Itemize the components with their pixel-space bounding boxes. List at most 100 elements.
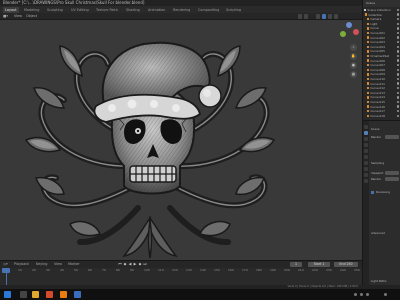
visibility-eye-icon[interactable]	[396, 59, 399, 62]
outliner-row[interactable]: Light	[363, 22, 400, 26]
visibility-eye-icon[interactable]	[396, 100, 399, 104]
outliner-row[interactable]: Curve	[363, 26, 400, 30]
play-reverse-icon[interactable]: ◀	[128, 262, 132, 267]
data-tab-icon[interactable]	[364, 179, 368, 183]
jump-end-icon[interactable]: ⏭	[143, 262, 147, 267]
editor-type-icon[interactable]: ■▾	[3, 13, 8, 19]
zoom-icon[interactable]: ⌕	[350, 44, 357, 51]
outliner-row[interactable]: Curve.017	[363, 109, 400, 113]
navigation-gizmo[interactable]: ⌕ ✋ ▣ ▦	[336, 22, 362, 102]
menu-playback[interactable]: Playback	[14, 261, 29, 268]
outliner-row[interactable]: Camera	[363, 17, 400, 21]
scene-tab-icon[interactable]	[364, 149, 368, 153]
visibility-eye-icon[interactable]	[396, 86, 399, 90]
prop-advanced-label[interactable]: Advanced	[371, 231, 385, 235]
battery-icon[interactable]	[366, 293, 369, 296]
view-layer-tab-icon[interactable]	[364, 143, 368, 147]
visibility-eye-icon[interactable]	[396, 27, 399, 30]
visibility-eye-icon[interactable]	[396, 31, 399, 35]
render-samples-field[interactable]	[385, 177, 399, 181]
timeline-editor-icon[interactable]: ◷▾	[3, 261, 8, 268]
volume-icon[interactable]	[360, 293, 363, 296]
render-engine-dropdown[interactable]	[385, 135, 399, 139]
render-tab-icon[interactable]	[364, 131, 368, 135]
visibility-eye-icon[interactable]	[396, 13, 399, 16]
camera-view-icon[interactable]: ▣	[350, 62, 357, 69]
play-icon[interactable]: ▶	[133, 262, 137, 267]
outliner-row[interactable]: Curve.008	[363, 68, 400, 72]
windows-start-icon[interactable]	[4, 291, 11, 298]
menu-keying[interactable]: Keying	[36, 261, 47, 268]
visibility-eye-icon[interactable]	[396, 17, 399, 21]
timeline-ruler[interactable]: 0102030405060708090100110120130140150160…	[0, 268, 362, 273]
blender-icon[interactable]	[60, 291, 67, 298]
world-tab-icon[interactable]	[364, 155, 368, 159]
outliner-row[interactable]: Collection	[363, 13, 400, 17]
perspective-grid-icon[interactable]: ▦	[350, 71, 357, 78]
outliner-row[interactable]: Curve.007	[363, 63, 400, 67]
prev-keyframe-icon[interactable]: ◆	[123, 262, 127, 267]
overlay-icon[interactable]	[298, 14, 302, 19]
visibility-eye-icon[interactable]	[396, 54, 399, 58]
visibility-eye-icon[interactable]	[396, 8, 399, 12]
visibility-eye-icon[interactable]	[396, 36, 399, 39]
jump-start-icon[interactable]: ⏮	[118, 262, 122, 267]
menu-marker[interactable]: Marker	[68, 261, 80, 268]
visibility-eye-icon[interactable]	[396, 68, 399, 71]
outliner-row[interactable]: Curve.013	[363, 91, 400, 95]
pan-hand-icon[interactable]: ✋	[350, 53, 357, 60]
denoising-checkbox[interactable]	[371, 191, 374, 194]
visibility-eye-icon[interactable]	[396, 63, 399, 67]
solid-shading-icon[interactable]	[322, 14, 326, 19]
menu-view[interactable]: View	[54, 261, 62, 268]
visibility-eye-icon[interactable]	[396, 77, 399, 81]
viewport-samples-field[interactable]	[385, 171, 399, 175]
outliner-row[interactable]: Curve.010	[363, 77, 400, 81]
visibility-eye-icon[interactable]	[396, 22, 399, 25]
visibility-eye-icon[interactable]	[396, 82, 399, 85]
tool-tab-icon[interactable]	[364, 125, 368, 129]
browser-icon[interactable]	[46, 291, 53, 298]
material-shading-icon[interactable]	[328, 14, 332, 19]
visibility-eye-icon[interactable]	[396, 40, 399, 44]
visibility-eye-icon[interactable]	[396, 114, 399, 117]
outliner-row[interactable]: Curve.004	[363, 45, 400, 49]
prop-light-paths-label[interactable]: Light Paths	[371, 279, 386, 283]
outliner-row[interactable]: Curve.015	[363, 100, 400, 104]
y-axis-icon[interactable]	[340, 31, 346, 37]
next-keyframe-icon[interactable]: ◆	[138, 262, 142, 267]
outliner-row[interactable]: Curve.002	[363, 36, 400, 40]
3d-viewport[interactable]: ⌕ ✋ ▣ ▦	[0, 20, 362, 260]
outliner-row[interactable]: Scene Collection	[363, 8, 400, 12]
outliner-row[interactable]: Curve.006	[363, 59, 400, 63]
outliner-row[interactable]: Curve.014	[363, 95, 400, 99]
visibility-eye-icon[interactable]	[396, 96, 399, 99]
visibility-eye-icon[interactable]	[396, 109, 399, 113]
visibility-eye-icon[interactable]	[396, 91, 399, 94]
current-frame-field[interactable]: 1	[290, 262, 302, 267]
outliner-row[interactable]: Curve.018	[363, 114, 400, 118]
wireframe-shading-icon[interactable]	[316, 14, 320, 19]
constraint-tab-icon[interactable]	[364, 173, 368, 177]
search-icon[interactable]	[20, 291, 27, 298]
prop-sampling-label[interactable]: Sampling	[371, 161, 384, 165]
visibility-eye-icon[interactable]	[396, 73, 399, 76]
outliner-row[interactable]: Curve.009	[363, 72, 400, 76]
network-icon[interactable]	[354, 293, 357, 296]
object-tab-icon[interactable]	[364, 161, 368, 165]
notification-icon[interactable]	[384, 293, 387, 296]
outliner-row[interactable]: Curve.012	[363, 86, 400, 90]
z-axis-icon[interactable]	[346, 22, 352, 28]
modifier-tab-icon[interactable]	[364, 167, 368, 171]
outliner-scene-label[interactable]: Scene	[366, 0, 375, 7]
outliner-row[interactable]: Curve.005	[363, 49, 400, 53]
app-icon[interactable]	[74, 291, 81, 298]
menu-view[interactable]: View	[14, 13, 22, 19]
prop-denoising-label[interactable]: Denoising	[376, 190, 390, 194]
start-frame-field[interactable]: Start 1	[308, 262, 330, 267]
rendered-shading-icon[interactable]	[334, 14, 338, 19]
x-axis-icon[interactable]	[353, 29, 359, 35]
visibility-eye-icon[interactable]	[396, 45, 399, 48]
end-frame-field[interactable]: End 250	[334, 262, 358, 267]
outliner-row[interactable]: Curve.011	[363, 82, 400, 86]
